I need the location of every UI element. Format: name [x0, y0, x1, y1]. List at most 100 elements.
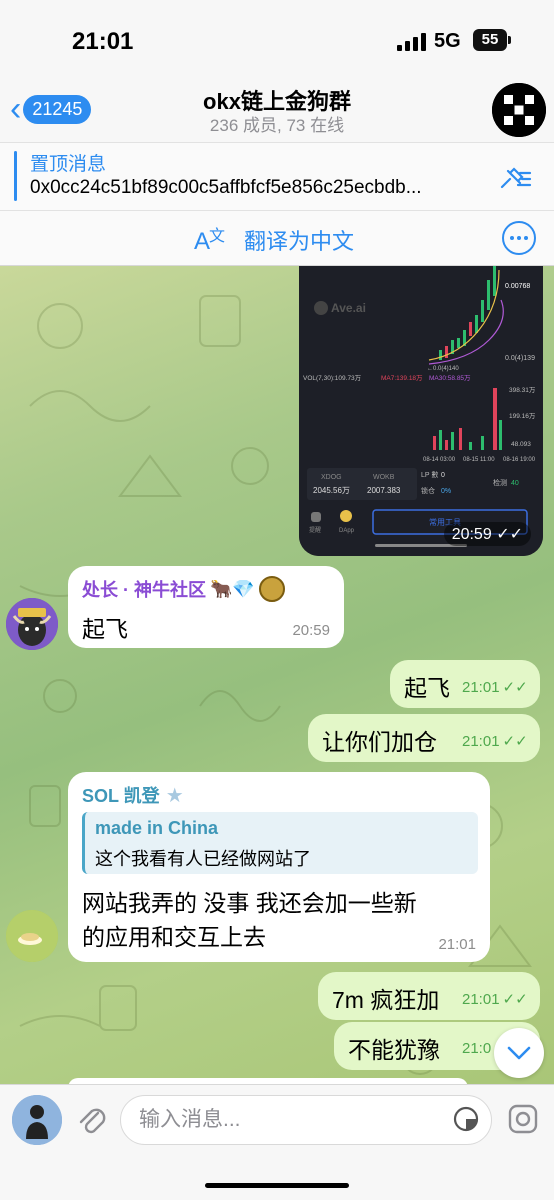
sender-name[interactable]: 处长 · 神牛社区 [82, 576, 206, 602]
sender-name[interactable]: SOL 凯登 [82, 782, 160, 808]
message-text: 起飞 [404, 675, 450, 701]
battery-icon: 55 [473, 29, 511, 51]
svg-text:A: A [194, 228, 210, 255]
double-check-icon: ✓✓ [502, 733, 528, 750]
lock-value: 0% [441, 488, 451, 495]
lp-label: LP 數 [421, 470, 438, 479]
message-meta: 21:0 [462, 1040, 491, 1057]
pinned-text: 0x0cc24c51bf89c00c5affbfcf5e856c25ecbdb.… [30, 177, 422, 198]
date-2: 08-15 11:00 [463, 457, 495, 463]
chat-header: ‹ 21245 okx链上金狗群 236 成员, 73 在线 [0, 80, 554, 142]
tab-remind: 提醒 [309, 526, 321, 534]
signal-icon [397, 33, 426, 51]
vol-tick-3: 48.093 [511, 441, 531, 448]
chat-subtitle: 236 成员, 73 在线 [209, 116, 345, 135]
okx-logo-icon [492, 83, 546, 137]
message-meta: 21:01 ✓✓ [462, 678, 528, 697]
star-icon: ★ [165, 784, 184, 807]
vol-tick-2: 199.16万 [509, 412, 536, 420]
message-text-line2: 的应用和交互上去 [82, 924, 266, 950]
message-time: 21:01 [462, 732, 500, 750]
avatar[interactable] [6, 598, 58, 650]
check-label: 检测 [493, 478, 507, 487]
ma30-legend: MA30:58.85万 [429, 374, 471, 382]
chart-image-message[interactable]: 0.00768 0.0(4)139 ←0.0(4)140 Ave.ai VOL(… [299, 266, 543, 556]
dot-icon [517, 236, 521, 240]
coin-icon [258, 576, 285, 602]
double-check-icon: ✓✓ [502, 679, 528, 696]
reply-text: 这个我看有人已经做网站了 [95, 849, 311, 869]
price-label-2: 0.0(4)139 [505, 355, 535, 362]
date-3: 08-16 19:00 [503, 457, 536, 463]
message-time: 21:01 [462, 990, 500, 1008]
group-avatar[interactable] [492, 83, 546, 137]
dot-icon [524, 236, 528, 240]
message-time: 20:59 [292, 622, 330, 639]
camera-icon[interactable] [507, 1103, 539, 1135]
image-time: 20:59 [451, 526, 492, 543]
message-time: 21:01 [438, 936, 476, 953]
user-avatar-icon [12, 1095, 62, 1145]
ave-brand: Ave.ai [331, 301, 366, 315]
my-avatar[interactable] [12, 1095, 62, 1145]
sol-avatar-icon [6, 910, 58, 962]
pin-list-icon[interactable] [498, 165, 532, 193]
message-time: 20:59 ✓✓ [443, 522, 531, 546]
message-text: 不能犹豫 [348, 1037, 440, 1063]
paperclip-icon[interactable] [76, 1101, 106, 1135]
date-1: 08-14 03:00 [423, 457, 456, 463]
lp-value: 0 [441, 472, 445, 479]
avatar[interactable] [6, 910, 58, 962]
chevron-down-icon [507, 1046, 531, 1060]
translate-bar: A 文 翻译为中文 [0, 210, 554, 266]
price-marker: ←0.0(4)140 [427, 366, 459, 372]
message-text: 7m 疯狂加 [332, 987, 440, 1013]
more-options-button[interactable] [502, 221, 536, 255]
message-time: 21:01 [462, 678, 500, 696]
sender-row: SOL 凯登 ★ [82, 782, 184, 808]
translate-icon[interactable]: A 文 [192, 221, 228, 257]
message-meta: 21:01 ✓✓ [462, 990, 528, 1009]
network-label: 5G [434, 30, 461, 52]
chat-area[interactable]: 0.00768 0.0(4)139 ←0.0(4)140 Ave.ai VOL(… [0, 266, 554, 1084]
message-bubble[interactable]: 处长 · 神牛社区 🐂💎 起飞 20:59 [68, 566, 344, 648]
message-bubble-outgoing[interactable]: 7m 疯狂加 21:01 ✓✓ [318, 972, 540, 1020]
message-meta: 21:01 ✓✓ [462, 732, 528, 751]
sender-row: 处长 · 神牛社区 🐂💎 [82, 576, 285, 602]
message-text: 起飞 [82, 616, 128, 642]
lock-label: 锁仓 [421, 486, 435, 495]
message-bubble-outgoing[interactable]: 让你们加仓 21:01 ✓✓ [308, 714, 540, 762]
pair-left-value: 2045.56万 [313, 486, 350, 495]
candlestick-chart-image: 0.00768 0.0(4)139 ←0.0(4)140 Ave.ai VOL(… [299, 266, 543, 556]
pair-right-name: WOKB [373, 474, 395, 481]
price-label: 0.00768 [505, 283, 530, 290]
dot-icon [510, 236, 514, 240]
message-bubble-outgoing[interactable]: 起飞 21:01 ✓✓ [390, 660, 540, 708]
message-text-line1: 网站我弄的 没事 我还会加一些新 [82, 890, 417, 916]
reply-quote[interactable]: made in China 这个我看有人已经做网站了 [82, 812, 478, 874]
message-text: 让你们加仓 [322, 729, 437, 755]
tab-dapp: DApp [339, 528, 355, 534]
pair-left-name: XDOG [321, 474, 342, 481]
vol-tick-1: 398.31万 [509, 386, 536, 394]
message-bubble[interactable]: SOL 凯登 ★ made in China 这个我看有人已经做网站了 网站我弄… [68, 772, 490, 962]
message-input[interactable]: 输入消息... [120, 1095, 492, 1145]
scroll-to-bottom-button[interactable] [494, 1028, 544, 1078]
check-value: 40 [511, 480, 519, 487]
sender-emoji: 🐂💎 [210, 578, 255, 599]
message-time: 21:0 [462, 1040, 492, 1057]
pair-right-value: 2007.383 [367, 486, 401, 495]
translate-button[interactable]: 翻译为中文 [244, 224, 354, 256]
status-bar: 21:01 5G 55 [0, 0, 554, 80]
home-indicator [205, 1183, 349, 1188]
double-check-icon: ✓✓ [496, 526, 523, 543]
svg-text:文: 文 [209, 227, 225, 245]
vol-legend: VOL(7,30):109.73万 [303, 374, 362, 382]
sticker-icon[interactable] [452, 1105, 480, 1133]
status-time: 21:01 [72, 28, 134, 55]
pinned-message-bar[interactable]: 置顶消息 0x0cc24c51bf89c00c5affbfcf5e856c25e… [0, 142, 554, 210]
bull-avatar-icon [6, 598, 58, 650]
ma7-legend: MA7:139.18万 [381, 374, 423, 382]
pinned-label: 置顶消息 [30, 154, 107, 175]
reply-sender: made in China [95, 818, 219, 838]
